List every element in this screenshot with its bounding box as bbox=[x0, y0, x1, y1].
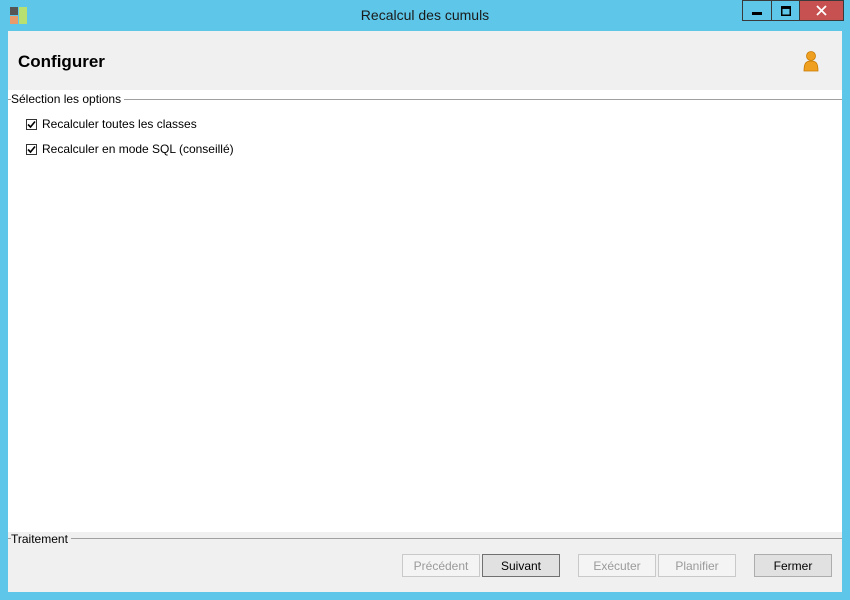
maximize-button[interactable] bbox=[771, 0, 799, 21]
page-title: Configurer bbox=[18, 52, 105, 71]
previous-button[interactable]: Précédent bbox=[402, 554, 480, 577]
close-icon bbox=[816, 5, 827, 16]
option-recalculate-all-classes[interactable]: Recalculer toutes les classes bbox=[26, 117, 197, 131]
checkmark-icon bbox=[27, 120, 36, 128]
option-label: Recalculer toutes les classes bbox=[42, 117, 197, 131]
user-icon bbox=[803, 51, 819, 72]
treatment-group-border bbox=[8, 538, 842, 539]
window: Recalcul des cumuls Configurer Sélection… bbox=[0, 0, 850, 600]
close-wizard-button[interactable]: Fermer bbox=[754, 554, 832, 577]
checkbox-recalculate-all-classes[interactable] bbox=[26, 118, 37, 130]
wizard-header: Configurer bbox=[8, 31, 842, 90]
options-group-label: Sélection les options bbox=[11, 92, 125, 106]
title-bar[interactable]: Recalcul des cumuls bbox=[0, 0, 850, 31]
wizard-client-area: Configurer Sélection les options Recalcu… bbox=[8, 31, 842, 592]
checkbox-recalculate-sql-mode[interactable] bbox=[26, 143, 37, 155]
window-title: Recalcul des cumuls bbox=[360, 7, 490, 23]
options-group-border bbox=[8, 99, 842, 100]
next-button[interactable]: Suivant bbox=[482, 554, 560, 577]
close-button[interactable] bbox=[799, 0, 844, 21]
maximize-icon bbox=[780, 5, 791, 16]
schedule-button[interactable]: Planifier bbox=[658, 554, 736, 577]
wizard-footer: Traitement Précédent Suivant Exécuter Pl… bbox=[8, 532, 842, 592]
option-label: Recalculer en mode SQL (conseillé) bbox=[42, 142, 234, 156]
minimize-button[interactable] bbox=[742, 0, 771, 21]
option-recalculate-sql-mode[interactable]: Recalculer en mode SQL (conseillé) bbox=[26, 142, 234, 156]
treatment-group-label: Traitement bbox=[11, 532, 71, 546]
execute-button[interactable]: Exécuter bbox=[578, 554, 656, 577]
minimize-icon bbox=[752, 11, 762, 15]
checkmark-icon bbox=[27, 145, 36, 153]
